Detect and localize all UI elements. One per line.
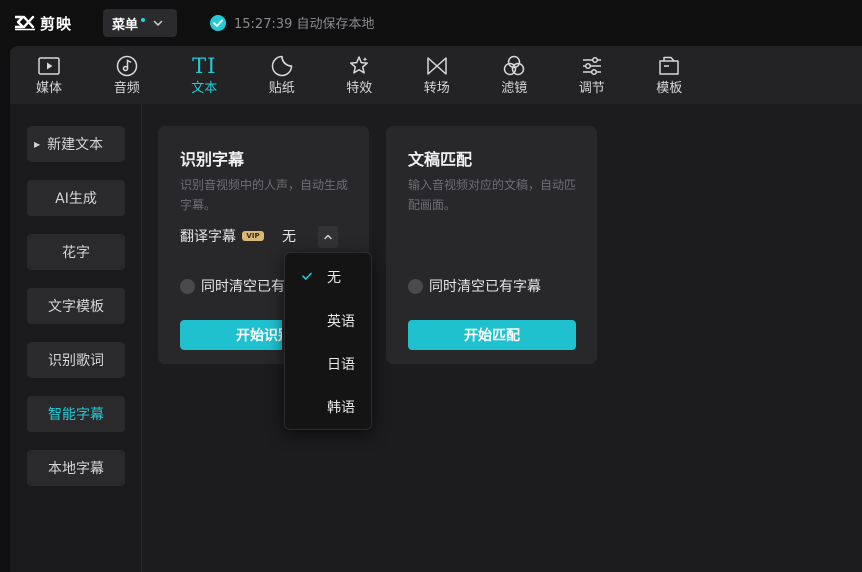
- adjust-icon: [580, 54, 604, 78]
- text-icon-glyph: TI: [192, 54, 217, 78]
- sidebar-item-smart-captions[interactable]: 智能字幕: [27, 396, 125, 432]
- sidebar-item-label: AI生成: [55, 191, 97, 207]
- chevron-down-icon: [153, 20, 163, 26]
- translate-label: 翻译字幕: [180, 229, 236, 245]
- sidebar-item-recognize-lyrics[interactable]: 识别歌词: [27, 342, 125, 378]
- tool-transition[interactable]: 转场: [398, 46, 476, 104]
- caret-right-icon: ▶: [34, 139, 41, 149]
- dropdown-option-japanese[interactable]: 日语: [285, 350, 371, 378]
- dropdown-option-none[interactable]: 无: [285, 263, 371, 291]
- sidebar-item-new-text[interactable]: ▶ 新建文本: [27, 126, 125, 162]
- sidebar-item-label: 文字模板: [48, 299, 104, 315]
- sidebar-item-label: 识别歌词: [48, 353, 104, 369]
- filter-icon: [502, 54, 526, 78]
- card-title: 文稿匹配: [408, 150, 473, 169]
- check-circle-icon: [210, 14, 226, 31]
- translate-select-toggle[interactable]: [318, 226, 338, 248]
- sidebar-item-text-templates[interactable]: 文字模板: [27, 288, 125, 324]
- check-clip: 同时清空已有字幕: [201, 276, 295, 296]
- tool-text[interactable]: TI 文本: [166, 46, 244, 104]
- sidebar-item-label: 本地字幕: [48, 461, 104, 477]
- chevron-up-icon: [324, 234, 332, 240]
- dropdown-option-label: 日语: [327, 357, 355, 373]
- tool-effects[interactable]: 特效: [321, 46, 399, 104]
- check-label: 同时清空已有字幕: [201, 279, 295, 295]
- tool-label: 转场: [423, 81, 450, 96]
- dropdown-option-label: 无: [327, 270, 341, 286]
- main-panel: 媒体 音频 TI 文本 贴纸 特效 转场 滤镜 调节 模板 ▶ 新建文本 AI生…: [10, 46, 862, 572]
- menu-notification-dot: [141, 18, 146, 22]
- card-description: 输入音视频对应的文稿，自动匹配画面。: [408, 178, 577, 212]
- tool-label: 媒体: [35, 81, 62, 96]
- start-recognize-button[interactable]: 开始识别: [180, 320, 282, 350]
- translate-row: 翻译字幕 VIP 无: [180, 224, 296, 248]
- radio-circle-icon: [408, 278, 423, 294]
- dropdown-option-label: 韩语: [327, 400, 355, 416]
- tool-label: 音频: [113, 81, 140, 96]
- sidebar-item-label: 智能字幕: [48, 407, 104, 423]
- audio-icon: [115, 54, 139, 78]
- tool-media[interactable]: 媒体: [10, 46, 88, 104]
- text-icon: TI: [192, 54, 216, 78]
- sidebar-item-fancy-text[interactable]: 花字: [27, 234, 125, 270]
- capcut-logo-icon: [15, 15, 35, 31]
- sidebar-item-label: 新建文本: [47, 137, 104, 153]
- sidebar-item-ai-generate[interactable]: AI生成: [27, 180, 125, 216]
- tool-sticker[interactable]: 贴纸: [243, 46, 321, 104]
- transition-icon: [425, 54, 449, 78]
- content-area: 识别字幕 识别音视频中的人声，自动生成字幕。 翻译字幕 VIP 无 同时清空已有…: [143, 104, 862, 572]
- menu-button[interactable]: 菜单: [103, 9, 177, 37]
- clear-existing-toggle[interactable]: 同时清空已有字幕: [180, 276, 295, 296]
- start-match-button[interactable]: 开始匹配: [408, 320, 576, 350]
- translate-dropdown: 无 英语 日语 韩语: [284, 252, 372, 430]
- card-title: 识别字幕: [180, 150, 245, 169]
- title-bar: 剪映 菜单 15:27:39 自动保存本地: [0, 0, 862, 46]
- sidebar-item-label: 花字: [62, 245, 90, 261]
- tool-label: 调节: [578, 81, 605, 96]
- radio-circle-icon: [180, 278, 195, 294]
- vip-badge: VIP: [242, 231, 264, 241]
- script-match-card: 文稿匹配 输入音视频对应的文稿，自动匹配画面。 同时清空已有字幕 开始匹配: [386, 126, 597, 364]
- start-recognize-button-wrap: 开始识别: [180, 320, 282, 350]
- tool-label: 贴纸: [268, 81, 295, 96]
- clear-existing-toggle[interactable]: 同时清空已有字幕: [408, 276, 541, 296]
- tool-label: 文本: [191, 81, 218, 96]
- check-icon: [302, 272, 312, 280]
- text-sidebar: ▶ 新建文本 AI生成 花字 文字模板 识别歌词 智能字幕 本地字幕: [10, 104, 142, 572]
- card-description: 识别音视频中的人声，自动生成字幕。: [180, 178, 349, 212]
- tool-label: 特效: [346, 81, 373, 96]
- sidebar-item-local-captions[interactable]: 本地字幕: [27, 450, 125, 486]
- check-label: 同时清空已有字幕: [429, 279, 541, 295]
- tool-filter[interactable]: 滤镜: [476, 46, 554, 104]
- autosave-status: 15:27:39 自动保存本地: [209, 13, 375, 32]
- media-icon: [37, 54, 61, 78]
- dropdown-option-english[interactable]: 英语: [285, 307, 371, 335]
- tool-template[interactable]: 模板: [631, 46, 709, 104]
- tool-label: 模板: [656, 81, 683, 96]
- app-logo: 剪映: [14, 12, 72, 34]
- tool-label: 滤镜: [501, 81, 528, 96]
- menu-label: 菜单: [112, 17, 139, 33]
- dropdown-option-korean[interactable]: 韩语: [285, 393, 371, 421]
- template-icon: [657, 54, 681, 78]
- autosave-text: 15:27:39 自动保存本地: [234, 17, 375, 32]
- top-toolbar: 媒体 音频 TI 文本 贴纸 特效 转场 滤镜 调节 模板: [10, 46, 862, 104]
- tool-audio[interactable]: 音频: [88, 46, 166, 104]
- effects-icon: [347, 54, 371, 78]
- translate-select-value[interactable]: 无: [282, 226, 296, 246]
- sticker-icon: [270, 54, 294, 78]
- tool-adjust[interactable]: 调节: [553, 46, 631, 104]
- app-name: 剪映: [40, 14, 73, 33]
- dropdown-option-label: 英语: [327, 314, 355, 330]
